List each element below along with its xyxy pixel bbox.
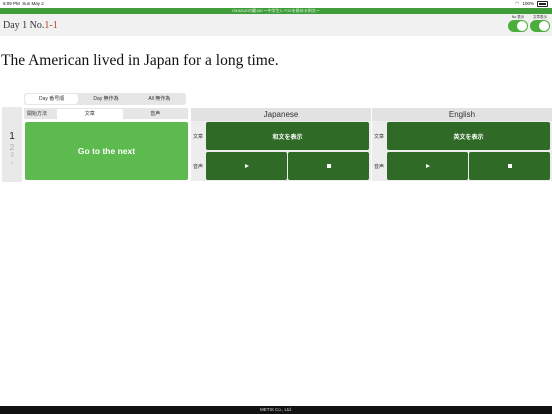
stop-icon [326,164,331,168]
number-item[interactable]: 4 [2,161,22,167]
number-item[interactable]: 3 [2,152,22,159]
wifi-icon: ◠ [515,1,520,7]
stop-icon [507,164,512,168]
japanese-title: Japanese [191,108,371,121]
status-right: ◠ 100% [515,0,548,8]
no-display-toggle-label: No.表示 [511,15,525,19]
english-sentence: The American lived in Japan for a long t… [1,52,279,69]
day-number-label: Day 1 No.1-1 [3,20,58,31]
number-item[interactable]: 2 [2,143,22,152]
japanese-stop-button[interactable] [288,152,369,180]
english-play-button[interactable] [387,152,468,180]
no-display-toggle-group: No.表示 [508,15,528,32]
go-to-next-button[interactable]: Go to the next [25,122,188,180]
japanese-voice-label: 音声 [193,164,204,170]
start-mode-selector: 開始方法 文章 音声 [24,108,188,119]
battery-icon [537,1,548,7]
status-bar: 6:09 PM Sun May 2 ◠ 100% [0,0,552,8]
battery-percent: 100% [522,1,534,6]
play-icon [425,164,430,168]
start-mode-label: 開始方法 [27,111,48,117]
top-bar: Day 1 No.1-1 No.表示 文章表示 [0,14,552,36]
number-picker[interactable]: 1 2 3 4 [2,107,22,182]
status-time-date: 6:09 PM Sun May 2 [3,0,44,8]
start-mode-voice[interactable]: 音声 [123,109,189,119]
english-stop-button[interactable] [469,152,550,180]
left-panel: Day 番号順 Day 無作為 All 無作為 1 2 3 4 開始方法 文章 … [2,93,189,182]
show-english-button[interactable]: 英文を表示 [387,122,550,150]
text-display-toggle[interactable] [530,20,550,32]
day-number: 1-1 [44,20,58,31]
order-tabs: Day 番号順 Day 無作為 All 無作為 [24,93,186,105]
text-display-toggle-group: 文章表示 [530,15,550,32]
english-panel: English 文章 英文を表示 音声 [372,108,552,181]
no-display-toggle[interactable] [508,20,528,32]
text-display-toggle-label: 文章表示 [533,15,547,19]
tab-all-random[interactable]: All 無作為 [133,93,186,105]
status-time: 6:09 PM [3,1,20,6]
japanese-play-button[interactable] [206,152,287,180]
japanese-panel: Japanese 文章 和文を表示 音声 [191,108,371,181]
play-icon [244,164,249,168]
footer-copyright: METIS Co., Ltd. [0,406,552,414]
status-date: Sun May 2 [22,1,44,6]
english-voice-label: 音声 [374,164,385,170]
number-item[interactable]: 1 [2,131,22,142]
start-mode-text[interactable]: 文章 [57,108,123,119]
tab-day-random[interactable]: Day 無作為 [79,93,132,105]
tab-day-ordered[interactable]: Day 番号順 [25,94,79,104]
day-prefix: Day 1 No. [3,20,45,31]
japanese-text-label: 文章 [193,134,204,140]
english-title: English [372,108,552,121]
english-text-label: 文章 [374,134,385,140]
show-japanese-button[interactable]: 和文を表示 [206,122,369,150]
